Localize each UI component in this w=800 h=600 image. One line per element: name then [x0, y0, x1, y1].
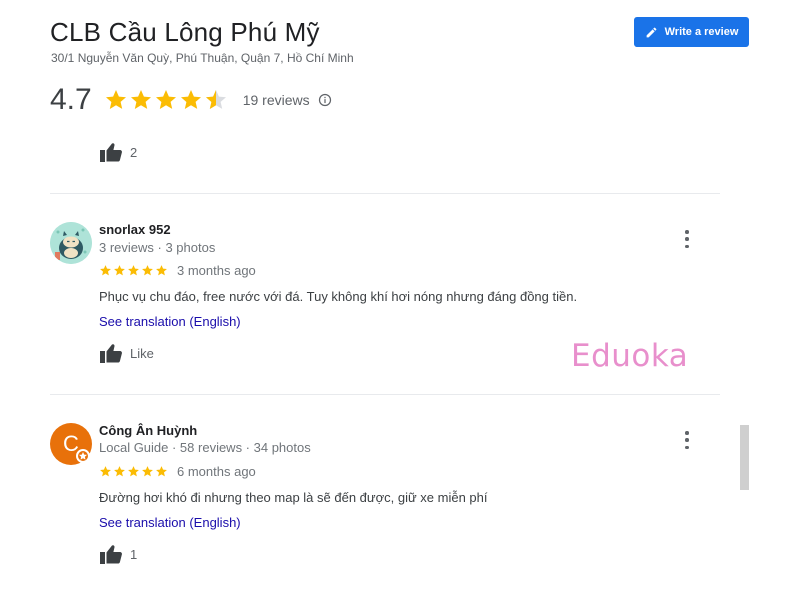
- star-icon: [156, 265, 167, 276]
- see-translation-link[interactable]: See translation (English): [99, 314, 241, 329]
- divider: [50, 193, 720, 194]
- dot: [685, 230, 689, 234]
- thumbs-up-icon: [100, 545, 122, 564]
- star-icon: [100, 265, 111, 276]
- review-date: 6 months ago: [177, 464, 256, 479]
- avatar[interactable]: [50, 222, 92, 264]
- review-count[interactable]: 19 reviews: [243, 92, 310, 108]
- thumbs-up-icon: [100, 143, 122, 162]
- snorlax-avatar-icon: [50, 222, 92, 264]
- watermark-logo: Eduoka: [571, 338, 689, 374]
- pencil-icon: [646, 27, 656, 37]
- write-review-button[interactable]: Write a review: [634, 17, 749, 47]
- rating-summary: 4.7 19 reviews: [50, 82, 332, 118]
- star-icon: [142, 466, 153, 477]
- reviewer-name[interactable]: snorlax 952: [99, 222, 171, 237]
- divider: [50, 394, 720, 395]
- scrollbar-thumb[interactable]: [740, 425, 749, 490]
- dot: [685, 431, 689, 435]
- review-rating: 3 months ago: [99, 263, 256, 278]
- dot: [685, 244, 689, 248]
- write-review-label: Write a review: [664, 26, 739, 38]
- like-button[interactable]: 2: [99, 141, 137, 163]
- rating-value: 4.7: [50, 83, 92, 116]
- half-star-icon: [205, 90, 226, 109]
- place-title: CLB Cầu Lông Phú Mỹ: [50, 17, 320, 47]
- review-text: Đường hơi khó đi nhưng theo map là sẽ đế…: [99, 490, 488, 505]
- star-icon: [142, 265, 153, 276]
- like-count: 2: [130, 144, 138, 160]
- like-label: Like: [130, 345, 154, 361]
- more-options-button[interactable]: [681, 431, 693, 449]
- local-guide-badge-icon: [76, 449, 90, 463]
- review-rating: 6 months ago: [99, 464, 256, 479]
- star-icon: [128, 466, 139, 477]
- star-icon: [130, 90, 151, 109]
- star-icon: [155, 90, 176, 109]
- star-icon: [105, 90, 126, 109]
- reviewer-meta: 3 reviews · 3 photos: [99, 240, 216, 255]
- dot: [685, 237, 689, 241]
- thumbs-up-icon: [100, 344, 122, 363]
- star-icon: [180, 90, 201, 109]
- star-icon: [114, 265, 125, 276]
- reviewer-meta: Local Guide · 58 reviews · 34 photos: [99, 440, 311, 455]
- see-translation-link[interactable]: See translation (English): [99, 515, 241, 530]
- star-icon: [100, 466, 111, 477]
- place-address: 30/1 Nguyễn Văn Quỳ, Phú Thuận, Quận 7, …: [51, 51, 354, 65]
- review-text: Phục vụ chu đáo, free nước với đá. Tuy k…: [99, 289, 578, 304]
- like-count: 1: [130, 546, 138, 562]
- more-options-button[interactable]: [681, 230, 693, 248]
- star-icon: [114, 466, 125, 477]
- rating-stars: [104, 88, 229, 112]
- like-button[interactable]: 1: [99, 543, 137, 565]
- star-icon: [128, 265, 139, 276]
- dot: [685, 445, 689, 449]
- star-icon: [156, 466, 167, 477]
- reviewer-name[interactable]: Công Ân Huỳnh: [99, 423, 197, 438]
- info-icon[interactable]: [318, 93, 332, 107]
- dot: [685, 438, 689, 442]
- review-date: 3 months ago: [177, 263, 256, 278]
- star-badge-icon: [79, 452, 87, 460]
- like-button[interactable]: Like: [99, 342, 154, 364]
